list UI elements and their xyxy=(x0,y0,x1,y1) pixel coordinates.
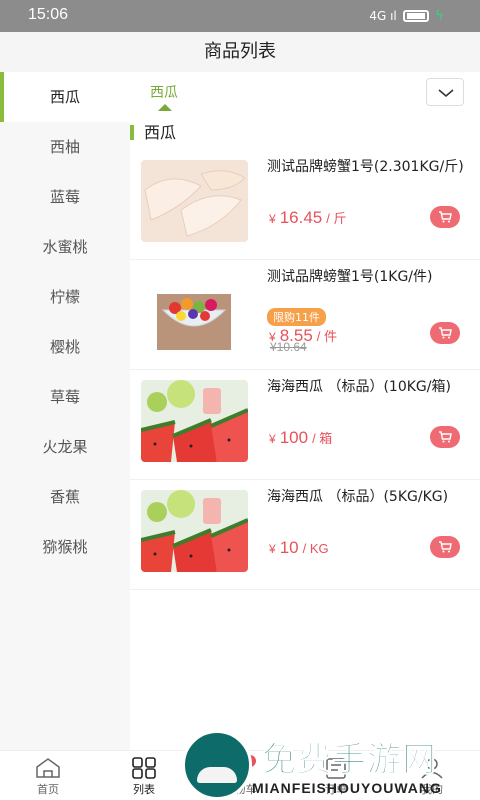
tab-home[interactable]: 首页 xyxy=(0,751,96,800)
sidebar-item-label: 水蜜桃 xyxy=(42,238,88,256)
sidebar-item-banana[interactable]: 香蕉 xyxy=(0,472,130,522)
price-unit: / KG xyxy=(302,541,329,556)
sidebar-item-strawberry[interactable]: 草莓 xyxy=(0,372,130,422)
price-unit: / 箱 xyxy=(312,431,333,446)
charging-icon: ϟ xyxy=(434,8,444,24)
tab-watermelon[interactable]: 西瓜 xyxy=(150,82,178,102)
price-value: 10 xyxy=(279,538,299,557)
sidebar-item-label: 猕猴桃 xyxy=(42,538,88,556)
chevron-down-icon xyxy=(438,89,454,98)
page-header: 商品列表 xyxy=(0,32,480,72)
product-card[interactable]: 测试品牌螃蟹1号(2.301KG/斤) ¥16.45/ 斤 xyxy=(130,150,480,260)
status-time: 15:06 xyxy=(28,6,69,23)
sidebar-item-grapefruit[interactable]: 西柚 xyxy=(0,122,130,172)
sidebar-item-label: 樱桃 xyxy=(49,338,80,356)
product-content: 西瓜 西瓜 测试品牌螃蟹1号(2.301KG/斤) ¥16.45/ 斤 测试品牌… xyxy=(130,72,480,750)
price-unit: / 件 xyxy=(316,329,338,344)
purchase-limit-badge: 限购11件 xyxy=(267,308,326,326)
product-card[interactable]: 海海西瓜 （标品）(10KG/箱) ¥100/ 箱 xyxy=(130,370,480,480)
tab-list[interactable]: 列表 xyxy=(96,751,192,800)
watermark: 免费手游网 MIANFEISHOUYOUWANG xyxy=(182,730,472,800)
product-image-crab-meat[interactable] xyxy=(141,160,248,242)
sidebar-item-label: 香蕉 xyxy=(49,488,80,506)
subcategory-tabs: 西瓜 xyxy=(130,72,480,116)
add-to-cart-button[interactable] xyxy=(430,426,460,448)
section-title: 西瓜 xyxy=(130,122,176,144)
currency-symbol: ¥ xyxy=(269,542,276,556)
original-price: ¥10.64 xyxy=(270,340,307,354)
sidebar-item-label: 草莓 xyxy=(49,388,80,406)
sidebar-item-label: 西瓜 xyxy=(49,88,80,106)
sidebar-item-watermelon[interactable]: 西瓜 xyxy=(0,72,130,122)
currency-symbol: ¥ xyxy=(269,432,276,446)
sidebar-item-dragonfruit[interactable]: 火龙果 xyxy=(0,422,130,472)
sidebar-item-blueberry[interactable]: 蓝莓 xyxy=(0,172,130,222)
watermark-title: 免费手游网 xyxy=(262,740,437,781)
price-unit: / 斤 xyxy=(326,211,347,226)
home-icon xyxy=(36,758,60,778)
cart-icon xyxy=(439,211,452,223)
status-icons: 4G ıl ϟ xyxy=(369,8,444,24)
sidebar-item-label: 柠檬 xyxy=(49,288,80,306)
product-name: 海海西瓜 （标品）(5KG/KG) xyxy=(267,489,449,505)
product-price: ¥10/ KG xyxy=(269,538,329,558)
sidebar-item-label: 西柚 xyxy=(49,138,80,156)
cart-icon xyxy=(439,541,452,553)
sidebar-item-label: 蓝莓 xyxy=(49,188,80,206)
product-image-watermelon[interactable] xyxy=(141,380,248,462)
cart-icon xyxy=(439,431,452,443)
status-bar: 15:06 4G ıl ϟ xyxy=(0,0,480,32)
product-image-watermelon[interactable] xyxy=(141,490,248,572)
sidebar-item-peach[interactable]: 水蜜桃 xyxy=(0,222,130,272)
sidebar-item-cherry[interactable]: 樱桃 xyxy=(0,322,130,372)
sidebar-item-kiwi[interactable]: 猕猴桃 xyxy=(0,522,130,572)
product-name: 测试品牌螃蟹1号(1KG/件) xyxy=(267,269,433,285)
expand-categories-button[interactable] xyxy=(426,78,464,106)
add-to-cart-button[interactable] xyxy=(430,322,460,344)
sidebar-item-lemon[interactable]: 柠檬 xyxy=(0,272,130,322)
product-name: 海海西瓜 （标品）(10KG/箱) xyxy=(267,379,451,395)
cart-icon xyxy=(439,327,452,339)
price-value: 100 xyxy=(279,428,309,447)
page-title: 商品列表 xyxy=(204,41,276,62)
watermark-logo xyxy=(182,730,252,800)
active-tab-indicator xyxy=(158,104,172,111)
product-name: 测试品牌螃蟹1号(2.301KG/斤) xyxy=(267,159,464,175)
add-to-cart-button[interactable] xyxy=(430,536,460,558)
product-card[interactable]: 测试品牌螃蟹1号(1KG/件) 限购11件 ¥8.55/ 件 ¥10.64 xyxy=(130,260,480,370)
product-price: ¥100/ 箱 xyxy=(269,428,332,448)
sidebar-item-label: 火龙果 xyxy=(42,438,88,456)
category-sidebar: 西瓜 西柚 蓝莓 水蜜桃 柠檬 樱桃 草莓 火龙果 香蕉 猕猴桃 xyxy=(0,72,130,750)
currency-symbol: ¥ xyxy=(269,212,276,226)
grid-icon xyxy=(132,757,156,779)
tab-label: 列表 xyxy=(133,783,155,796)
price-value: 16.45 xyxy=(279,208,323,227)
tab-label: 首页 xyxy=(37,783,59,796)
product-image-fruit-bowl[interactable] xyxy=(141,270,248,352)
product-price: ¥16.45/ 斤 xyxy=(269,208,346,228)
signal-icon: 4G ıl xyxy=(369,9,397,23)
add-to-cart-button[interactable] xyxy=(430,206,460,228)
battery-icon xyxy=(402,10,429,22)
product-card[interactable]: 海海西瓜 （标品）(5KG/KG) ¥10/ KG xyxy=(130,480,480,590)
watermark-subtitle: MIANFEISHOUYOUWANG xyxy=(252,780,442,796)
